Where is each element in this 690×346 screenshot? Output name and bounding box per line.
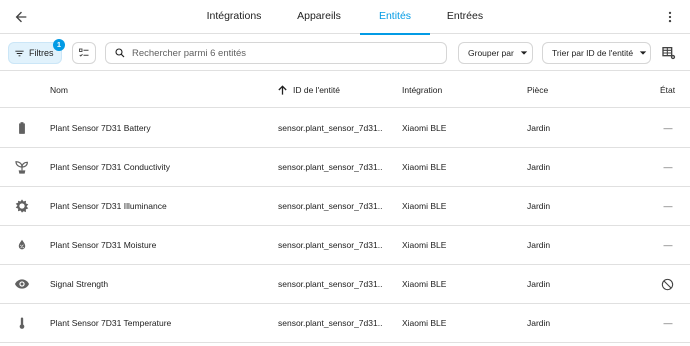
sort-ascending-icon (278, 85, 287, 95)
entity-state: — (663, 201, 673, 211)
entity-id: sensor.plant_sensor_7d31... (278, 240, 382, 250)
table-row[interactable]: Plant Sensor 7D31 Temperature sensor.pla… (0, 304, 690, 343)
entity-area: Jardin (527, 279, 551, 289)
group-by-dropdown[interactable]: Grouper par (458, 42, 533, 64)
filter-icon (15, 50, 24, 56)
sort-by-label: Trier par ID de l'entité (552, 48, 634, 58)
entity-integration: Xiaomi BLE (402, 279, 447, 289)
entity-area: Jardin (527, 318, 551, 328)
column-header-integration[interactable]: Intégration (402, 72, 442, 108)
checklist-icon (79, 48, 89, 57)
search-icon (115, 48, 125, 58)
entity-area: Jardin (527, 123, 551, 133)
entity-state: — (663, 318, 673, 328)
tab-label: Intégrations (206, 10, 262, 22)
column-header-name[interactable]: Nom (50, 72, 68, 108)
eye-icon (14, 276, 30, 292)
caret-down-icon (639, 51, 647, 55)
selection-mode-button[interactable] (72, 42, 96, 64)
search-field[interactable] (105, 42, 447, 64)
search-input[interactable] (132, 47, 432, 59)
entity-id: sensor.plant_sensor_7d31... (278, 201, 382, 211)
battery-icon (14, 120, 30, 136)
entity-name: Plant Sensor 7D31 Battery (50, 123, 151, 133)
entity-integration: Xiaomi BLE (402, 201, 447, 211)
tab-devices[interactable]: Appareils (283, 0, 355, 34)
filters-label: Filtres (29, 48, 54, 58)
table-row[interactable]: Plant Sensor 7D31 Battery sensor.plant_s… (0, 109, 690, 148)
cancel-icon (661, 278, 674, 291)
entity-integration: Xiaomi BLE (402, 318, 447, 328)
thermometer-icon (14, 315, 30, 331)
caret-down-icon (520, 51, 528, 55)
sprout-icon (14, 159, 30, 175)
column-header-state[interactable]: État (660, 72, 675, 108)
table-row[interactable]: Signal Strength sensor.plant_sensor_7d31… (0, 265, 690, 304)
entity-state: — (663, 162, 673, 172)
entity-area: Jardin (527, 201, 551, 211)
entity-area: Jardin (527, 240, 551, 250)
entity-integration: Xiaomi BLE (402, 162, 447, 172)
entity-id: sensor.plant_sensor_7d31... (278, 123, 382, 133)
entity-area: Jardin (527, 162, 551, 172)
table-toolbar: Filtres 1 Grouper par Trier par ID de l'… (0, 35, 690, 71)
overflow-menu-button[interactable] (658, 5, 682, 29)
entity-id: sensor.plant_sensor_7d31... (278, 279, 382, 289)
column-header-area[interactable]: Pièce (527, 72, 548, 108)
group-by-label: Grouper par (468, 48, 514, 58)
filters-count-badge: 1 (53, 39, 65, 51)
entity-integration: Xiaomi BLE (402, 240, 447, 250)
tab-label: Appareils (297, 10, 341, 22)
entity-state: — (663, 123, 673, 133)
top-app-bar: Intégrations Appareils Entités Entrées (0, 0, 690, 35)
sort-by-dropdown[interactable]: Trier par ID de l'entité (542, 42, 651, 64)
back-button[interactable] (9, 5, 33, 29)
entity-name: Plant Sensor 7D31 Conductivity (50, 162, 171, 172)
column-header-entity-id[interactable]: ID de l'entité (293, 72, 340, 108)
water-percent-icon (14, 237, 30, 253)
tab-label: Entrées (446, 10, 484, 22)
arrow-left-icon (15, 11, 27, 23)
entity-name: Plant Sensor 7D31 Temperature (50, 318, 172, 328)
dots-vertical-icon (668, 11, 672, 23)
entity-name: Plant Sensor 7D31 Moisture (50, 240, 157, 250)
entity-name: Signal Strength (50, 279, 109, 289)
table-row[interactable]: Plant Sensor 7D31 Illuminance sensor.pla… (0, 187, 690, 226)
table-row[interactable]: Plant Sensor 7D31 Conductivity sensor.pl… (0, 148, 690, 187)
entity-name: Plant Sensor 7D31 Illuminance (50, 201, 167, 211)
table-header-row: Nom ID de l'entité Intégration Pièce Éta… (0, 72, 690, 108)
table-row[interactable]: Plant Sensor 7D31 Moisture sensor.plant_… (0, 226, 690, 265)
entity-integration: Xiaomi BLE (402, 123, 447, 133)
tab-helpers[interactable]: Entrées (436, 0, 494, 34)
entity-state: — (663, 240, 673, 250)
tab-entities[interactable]: Entités (360, 0, 430, 35)
entity-id: sensor.plant_sensor_7d31... (278, 162, 382, 172)
sun-icon (14, 198, 30, 214)
entity-id: sensor.plant_sensor_7d31... (278, 318, 382, 328)
tab-integrations[interactable]: Intégrations (196, 0, 272, 34)
table-cog-icon (662, 47, 676, 60)
table-settings-button[interactable] (661, 45, 677, 61)
tab-label: Entités (378, 10, 412, 22)
